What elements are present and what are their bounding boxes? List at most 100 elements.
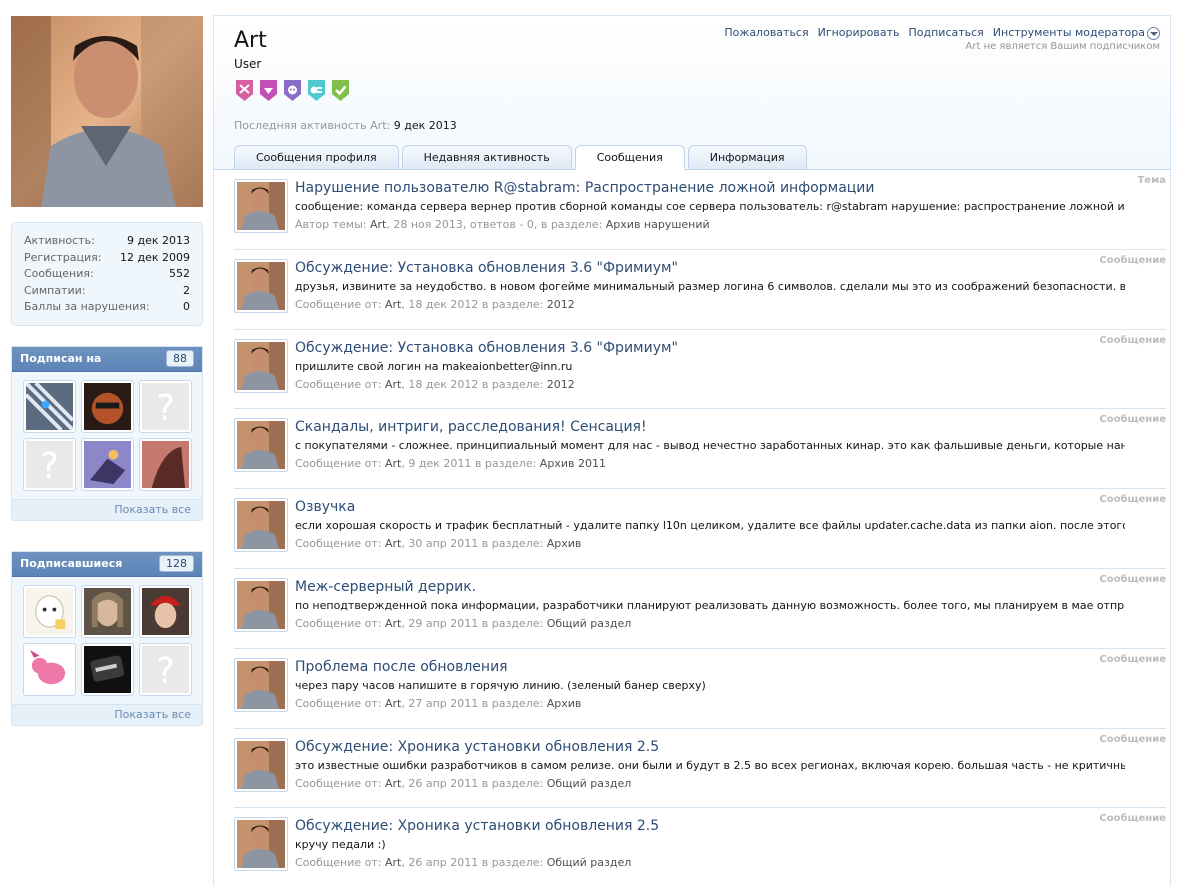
item-title-link[interactable]: Меж-серверный деррик. bbox=[295, 578, 1166, 597]
item-title-link[interactable]: Обсуждение: Хроника установки обновления… bbox=[295, 817, 1166, 836]
trophy-badges bbox=[234, 79, 351, 102]
trophy-badge-icon[interactable] bbox=[330, 79, 351, 102]
meta-details: , 30 апр 2011 в разделе: bbox=[401, 537, 547, 551]
item-title-link[interactable]: Обсуждение: Хроника установки обновления… bbox=[295, 738, 1166, 757]
item-author-link[interactable]: Art bbox=[385, 617, 401, 630]
item-section-link[interactable]: Архив 2011 bbox=[540, 457, 606, 470]
last-activity-label: Последняя активность Art: bbox=[234, 119, 391, 132]
follower-avatar[interactable] bbox=[139, 584, 192, 638]
profile-header: Art User Последняя активность Art: 9 дек… bbox=[214, 16, 1170, 170]
stat-label: Баллы за нарушения: bbox=[24, 300, 150, 314]
item-author-link[interactable]: Art bbox=[370, 218, 386, 231]
chevron-down-icon bbox=[1147, 26, 1160, 40]
profile-avatar[interactable] bbox=[11, 16, 203, 207]
item-author-link[interactable]: Art bbox=[385, 697, 401, 710]
item-meta: Сообщение от: Art, 29 апр 2011 в разделе… bbox=[295, 616, 1166, 631]
meta-prefix: Сообщение от: bbox=[295, 537, 385, 551]
item-avatar[interactable] bbox=[234, 498, 288, 553]
followers-show-all-link[interactable]: Показать все bbox=[12, 703, 202, 725]
item-avatar[interactable] bbox=[234, 179, 288, 233]
list-item: Обсуждение: Установка обновления 3.6 "Фр… bbox=[234, 250, 1166, 330]
follower-avatar[interactable] bbox=[81, 584, 134, 638]
meta-details: , 27 апр 2011 в разделе: bbox=[401, 696, 547, 710]
tab-recent-activity[interactable]: Недавняя активность bbox=[401, 145, 572, 169]
meta-prefix: Сообщение от: bbox=[295, 696, 385, 710]
item-title-link[interactable]: Обсуждение: Установка обновления 3.6 "Фр… bbox=[295, 259, 1166, 278]
ignore-link[interactable]: Игнорировать bbox=[818, 26, 900, 39]
trophy-badge-icon[interactable] bbox=[306, 79, 327, 102]
follower-avatar[interactable] bbox=[23, 584, 76, 638]
item-section-link[interactable]: Общий раздел bbox=[547, 777, 632, 790]
item-author-link[interactable]: Art bbox=[385, 537, 401, 550]
item-title-link[interactable]: Обсуждение: Установка обновления 3.6 "Фр… bbox=[295, 339, 1166, 358]
meta-prefix: Автор темы: bbox=[295, 218, 370, 231]
follower-avatar[interactable] bbox=[23, 642, 76, 696]
follower-avatar[interactable] bbox=[81, 642, 134, 696]
profile-tabs: Сообщения профиля Недавняя активность Со… bbox=[234, 145, 807, 170]
meta-prefix: Сообщение от: bbox=[295, 457, 385, 471]
item-snippet: сообщение: команда сервера вернер против… bbox=[295, 200, 1125, 213]
stat-row: Регистрация: 12 дек 2009 bbox=[24, 250, 190, 267]
list-item: Обсуждение: Установка обновления 3.6 "Фр… bbox=[234, 330, 1166, 410]
stat-row: Баллы за нарушения: 0 bbox=[24, 299, 190, 316]
item-author-link[interactable]: Art bbox=[385, 777, 401, 790]
following-count[interactable]: 88 bbox=[166, 350, 194, 368]
item-meta: Автор темы: Art, 28 ноя 2013, ответов - … bbox=[295, 217, 1166, 232]
follow-avatar[interactable] bbox=[81, 437, 134, 491]
trophy-badge-icon[interactable] bbox=[282, 79, 303, 102]
tab-information[interactable]: Информация bbox=[687, 145, 807, 169]
item-avatar[interactable] bbox=[234, 817, 288, 872]
item-author-link[interactable]: Art bbox=[385, 298, 401, 311]
trophy-badge-icon[interactable] bbox=[258, 79, 279, 102]
item-section-link[interactable]: Архив bbox=[547, 537, 582, 550]
follow-avatar[interactable] bbox=[139, 437, 192, 491]
meta-prefix: Сообщение от: bbox=[295, 297, 385, 311]
moderator-tools-label: Инструменты модератора bbox=[992, 26, 1145, 39]
item-author-link[interactable]: Art bbox=[385, 378, 401, 391]
moderator-tools-menu[interactable]: Инструменты модератора bbox=[993, 26, 1160, 40]
item-avatar[interactable] bbox=[234, 258, 288, 313]
follow-avatar[interactable]: ? bbox=[23, 437, 76, 491]
tab-profile-posts[interactable]: Сообщения профиля bbox=[234, 145, 399, 169]
item-section-link[interactable]: 2012 bbox=[547, 298, 575, 311]
follow-link[interactable]: Подписаться bbox=[909, 26, 984, 39]
stat-value: 2 bbox=[183, 283, 190, 297]
item-title-link[interactable]: Нарушение пользователю R@stabram: Распро… bbox=[295, 179, 1166, 198]
item-snippet: друзья, извините за неудобство. в новом … bbox=[295, 279, 1125, 293]
followers-count[interactable]: 128 bbox=[159, 555, 194, 573]
postings-list: Нарушение пользователю R@stabram: Распро… bbox=[214, 170, 1170, 886]
item-meta: Сообщение от: Art, 26 апр 2011 в разделе… bbox=[295, 776, 1166, 791]
followers-section: Подписавшиеся 128 ? Показать все bbox=[11, 550, 203, 726]
item-section-link[interactable]: Архив нарушений bbox=[606, 218, 710, 231]
item-section-link[interactable]: Архив bbox=[547, 697, 582, 710]
item-author-link[interactable]: Art bbox=[385, 457, 401, 470]
follow-avatar[interactable]: ? bbox=[139, 379, 192, 433]
item-section-link[interactable]: Общий раздел bbox=[547, 617, 632, 630]
item-title-link[interactable]: Озвучка bbox=[295, 498, 1166, 517]
follow-avatar[interactable] bbox=[23, 379, 76, 433]
follower-avatar[interactable]: ? bbox=[139, 642, 192, 696]
item-snippet: это известные ошибки разработчиков в сам… bbox=[295, 758, 1125, 772]
item-snippet: через пару часов напишите в горячую лини… bbox=[295, 678, 706, 692]
stat-label: Регистрация: bbox=[24, 250, 102, 264]
item-title-link[interactable]: Проблема после обновления bbox=[295, 658, 1166, 677]
tab-postings[interactable]: Сообщения bbox=[574, 145, 685, 170]
item-avatar[interactable] bbox=[234, 737, 288, 792]
following-title: Подписан на bbox=[20, 352, 102, 366]
list-item: Скандалы, интриги, расследования! Сенсац… bbox=[234, 409, 1166, 490]
trophy-badge-icon[interactable] bbox=[234, 79, 255, 102]
item-section-link[interactable]: Общий раздел bbox=[547, 856, 632, 869]
item-avatar[interactable] bbox=[234, 338, 288, 393]
item-title-link[interactable]: Скандалы, интриги, расследования! Сенсац… bbox=[295, 418, 1166, 437]
item-avatar[interactable] bbox=[234, 657, 288, 712]
follow-avatar[interactable] bbox=[81, 379, 134, 433]
report-link[interactable]: Пожаловаться bbox=[724, 26, 808, 39]
item-section-link[interactable]: 2012 bbox=[547, 378, 575, 391]
item-avatar[interactable] bbox=[234, 577, 288, 632]
stat-row: Симпатии: 2 bbox=[24, 283, 190, 300]
item-avatar[interactable] bbox=[234, 418, 288, 473]
item-meta: Сообщение от: Art, 26 апр 2011 в разделе… bbox=[295, 855, 1166, 870]
following-show-all-link[interactable]: Показать все bbox=[12, 498, 202, 520]
profile-sidebar: Активность: 9 дек 2013 Регистрация: 12 дек… bbox=[11, 16, 203, 726]
item-author-link[interactable]: Art bbox=[385, 856, 401, 869]
